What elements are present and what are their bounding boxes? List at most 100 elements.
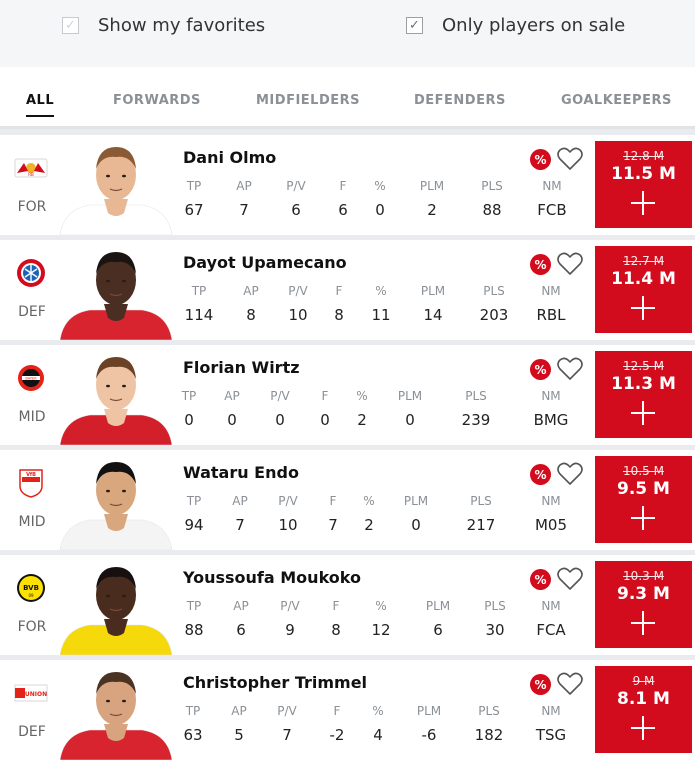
stat-value: 94 xyxy=(184,516,204,534)
stat-header: P/V xyxy=(277,704,297,718)
svg-text:09: 09 xyxy=(28,593,34,598)
sale-price: 8.1 M xyxy=(617,689,670,709)
stat-column: % 11 xyxy=(356,284,406,324)
stat-header: % xyxy=(375,599,387,613)
bayern-crest-icon xyxy=(14,256,48,290)
old-price: 9 M xyxy=(632,674,655,688)
stat-value: 239 xyxy=(461,411,491,429)
stat-value: 182 xyxy=(474,726,504,744)
favorite-heart-icon[interactable] xyxy=(556,671,584,697)
stat-header: PLM xyxy=(403,494,429,508)
stat-header: TP xyxy=(185,704,201,718)
stat-column: AP 7 xyxy=(215,494,265,534)
stat-column: AP 0 xyxy=(207,389,257,429)
player-name[interactable]: Dayot Upamecano xyxy=(183,253,347,272)
favorite-heart-icon[interactable] xyxy=(556,566,584,592)
stat-header: % xyxy=(372,704,384,718)
player-card[interactable]: DEF Dayot Upamecano TP 114 AP 8 P/V 10 F 8% 11 PLM 1… xyxy=(0,240,695,340)
stat-header: AP xyxy=(231,704,247,718)
buy-player-button[interactable]: 9 M 8.1 M xyxy=(595,666,692,753)
player-photo xyxy=(60,454,172,550)
player-name[interactable]: Dani Olmo xyxy=(183,148,276,167)
stat-value: 2 xyxy=(427,201,437,219)
favorite-heart-icon[interactable] xyxy=(556,146,584,172)
stat-header: P/V xyxy=(280,599,300,613)
old-price: 12.8 M xyxy=(623,149,664,163)
stat-value: 11 xyxy=(371,306,391,324)
player-card[interactable]: BAYER MID Florian Wirtz TP 0 AP 0 P/V 0 F 0% 2 PLM 0 P… xyxy=(0,345,695,445)
players-on-sale-label: Only players on sale xyxy=(442,15,626,36)
show-favorites-checkbox[interactable]: ✓ Show my favorites xyxy=(62,15,265,36)
player-position: FOR xyxy=(17,619,47,635)
buy-player-button[interactable]: 12.7 M 11.4 M xyxy=(595,246,692,333)
player-card[interactable]: BVB 09 FOR Youssoufa Moukoko TP 88 AP 6 P/V 9 F 8% 1… xyxy=(0,555,695,655)
stat-column: PLS 182 xyxy=(464,704,514,744)
stat-header: NM xyxy=(541,284,561,298)
stat-value: 0 xyxy=(405,411,415,429)
plus-icon xyxy=(631,716,655,740)
sale-price: 9.3 M xyxy=(617,584,670,604)
favorite-heart-icon[interactable] xyxy=(556,356,584,382)
buy-player-button[interactable]: 10.3 M 9.3 M xyxy=(595,561,692,648)
stuttgart-crest-icon: VfB xyxy=(14,466,48,500)
stat-value: 6 xyxy=(236,621,246,639)
stat-value: 114 xyxy=(184,306,214,324)
buy-player-button[interactable]: 10.5 M 9.5 M xyxy=(595,456,692,543)
player-card[interactable]: UNION DEF Christopher Trimmel TP 63 AP 5 P/V 7 F -… xyxy=(0,660,695,760)
player-position: FOR xyxy=(17,199,47,215)
plus-icon xyxy=(631,191,655,215)
stat-value: -6 xyxy=(421,726,437,744)
player-card[interactable]: RB FOR Dani Olmo TP 67 AP 7 P/V 6 F 6% 0 PLM 2 PLS 88 NM… xyxy=(0,135,695,235)
tab-forwards[interactable]: FORWARDS xyxy=(113,93,201,108)
player-name[interactable]: Youssoufa Moukoko xyxy=(183,568,361,587)
stat-header: PLM xyxy=(419,179,445,193)
stat-value: 5 xyxy=(234,726,244,744)
stat-header: PLS xyxy=(483,284,505,298)
stat-header: NM xyxy=(541,599,561,613)
stat-column: AP 7 xyxy=(219,179,269,219)
stat-value: BMG xyxy=(533,411,569,429)
player-name[interactable]: Wataru Endo xyxy=(183,463,299,482)
player-name[interactable]: Christopher Trimmel xyxy=(183,673,367,692)
player-position: DEF xyxy=(18,304,46,320)
tab-goalkeepers[interactable]: GOALKEEPERS xyxy=(561,93,672,108)
player-name[interactable]: Florian Wirtz xyxy=(183,358,300,377)
sale-percent-icon: % xyxy=(530,569,551,590)
stat-value: 2 xyxy=(357,411,367,429)
tab-all[interactable]: ALL xyxy=(26,93,55,117)
stat-value: 7 xyxy=(282,726,292,744)
stat-column: NM FCA xyxy=(526,599,576,639)
union-berlin-crest-icon: UNION xyxy=(14,676,48,710)
buy-player-button[interactable]: 12.8 M 11.5 M xyxy=(595,141,692,228)
stat-column: TP 114 xyxy=(174,284,224,324)
svg-text:BVB: BVB xyxy=(23,584,39,592)
stat-header: P/V xyxy=(286,179,306,193)
sale-price: 11.5 M xyxy=(611,164,676,184)
tab-defenders[interactable]: DEFENDERS xyxy=(414,93,506,108)
old-price: 12.5 M xyxy=(623,359,664,373)
favorite-heart-icon[interactable] xyxy=(556,461,584,487)
stat-value: 8 xyxy=(246,306,256,324)
players-on-sale-checkbox[interactable]: ✓ Only players on sale xyxy=(406,15,625,36)
stat-value: 4 xyxy=(373,726,383,744)
stat-column: PLM 6 xyxy=(413,599,463,639)
stat-header: PLS xyxy=(484,599,506,613)
stat-value: 0 xyxy=(227,411,237,429)
tab-midfielders[interactable]: MIDFIELDERS xyxy=(256,93,360,108)
stat-value: 8 xyxy=(331,621,341,639)
buy-player-button[interactable]: 12.5 M 11.3 M xyxy=(595,351,692,438)
show-favorites-label: Show my favorites xyxy=(98,15,266,36)
stat-header: % xyxy=(374,179,386,193)
stat-value: RBL xyxy=(536,306,566,324)
stat-header: TP xyxy=(186,179,202,193)
position-tabs: ALL FORWARDS MIDFIELDERS DEFENDERS GOALK… xyxy=(0,67,695,129)
stat-header: PLM xyxy=(416,704,442,718)
stat-column: F8 xyxy=(311,599,361,639)
favorite-heart-icon[interactable] xyxy=(556,251,584,277)
plus-icon xyxy=(631,611,655,635)
sale-percent-icon: % xyxy=(530,674,551,695)
stat-header: % xyxy=(363,494,375,508)
stat-value: 203 xyxy=(479,306,509,324)
player-card[interactable]: VfB MID Wataru Endo TP 94 AP 7 P/V 10 F 7% 2 PLM 0 PLS… xyxy=(0,450,695,550)
sale-price: 9.5 M xyxy=(617,479,670,499)
